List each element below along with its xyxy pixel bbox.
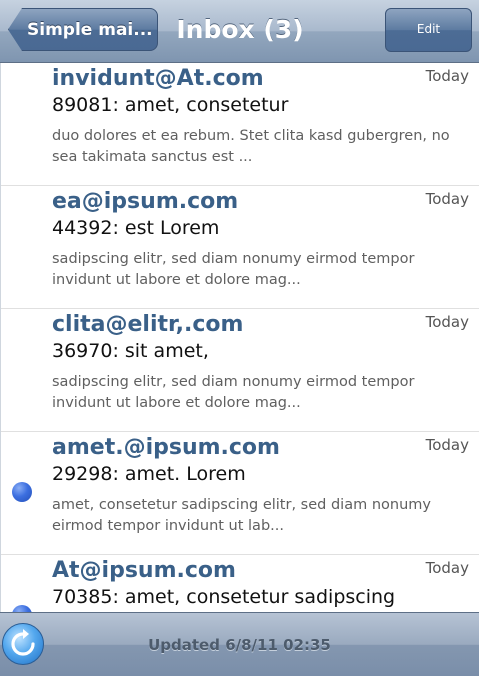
message-preview: sadipscing elitr, sed diam nonumy eirmod… <box>52 251 415 288</box>
navigation-bar: Simple mai... Inbox (3) Edit <box>0 0 479 63</box>
message-sender: invidunt@At.com <box>52 66 264 91</box>
message-row[interactable]: invidunt@At.com Today 89081: amet, conse… <box>1 63 479 186</box>
message-date: Today <box>425 559 469 577</box>
message-subject: 44392: est Lorem <box>52 217 220 239</box>
message-subject: 29298: amet. Lorem <box>52 463 246 485</box>
message-date: Today <box>425 190 469 208</box>
message-row[interactable]: clita@elitr,.com Today 36970: sit amet, … <box>1 309 479 432</box>
unread-dot-icon <box>12 605 32 612</box>
last-updated-status: Updated 6/8/11 02:35 <box>148 636 331 654</box>
message-row[interactable]: amet.@ipsum.com Today 29298: amet. Lorem… <box>1 432 479 555</box>
message-sender: clita@elitr,.com <box>52 312 244 337</box>
page-title: Inbox (3) <box>176 15 304 44</box>
message-list[interactable]: invidunt@At.com Today 89081: amet, conse… <box>0 63 479 612</box>
message-preview: amet, consetetur sadipscing elitr, sed d… <box>52 497 431 534</box>
message-date: Today <box>425 313 469 331</box>
message-row[interactable]: ea@ipsum.com Today 44392: est Lorem sadi… <box>1 186 479 309</box>
edit-button[interactable]: Edit <box>385 8 472 52</box>
message-sender: At@ipsum.com <box>52 558 236 583</box>
message-subject: 89081: amet, consetetur <box>52 94 289 116</box>
bottom-toolbar: Updated 6/8/11 02:35 <box>0 612 479 676</box>
message-sender: amet.@ipsum.com <box>52 435 280 460</box>
message-subject: 36970: sit amet, <box>52 340 209 362</box>
message-date: Today <box>425 436 469 454</box>
back-button[interactable]: Simple mai... <box>8 8 158 51</box>
message-sender: ea@ipsum.com <box>52 189 239 214</box>
message-preview: sadipscing elitr, sed diam nonumy eirmod… <box>52 374 415 411</box>
unread-dot-icon <box>12 482 32 502</box>
message-row[interactable]: At@ipsum.com Today 70385: amet, consetet… <box>1 555 479 612</box>
message-subject: 70385: amet, consetetur sadipscing <box>52 586 396 608</box>
message-date: Today <box>425 67 469 85</box>
message-preview: duo dolores et ea rebum. Stet clita kasd… <box>52 128 450 165</box>
